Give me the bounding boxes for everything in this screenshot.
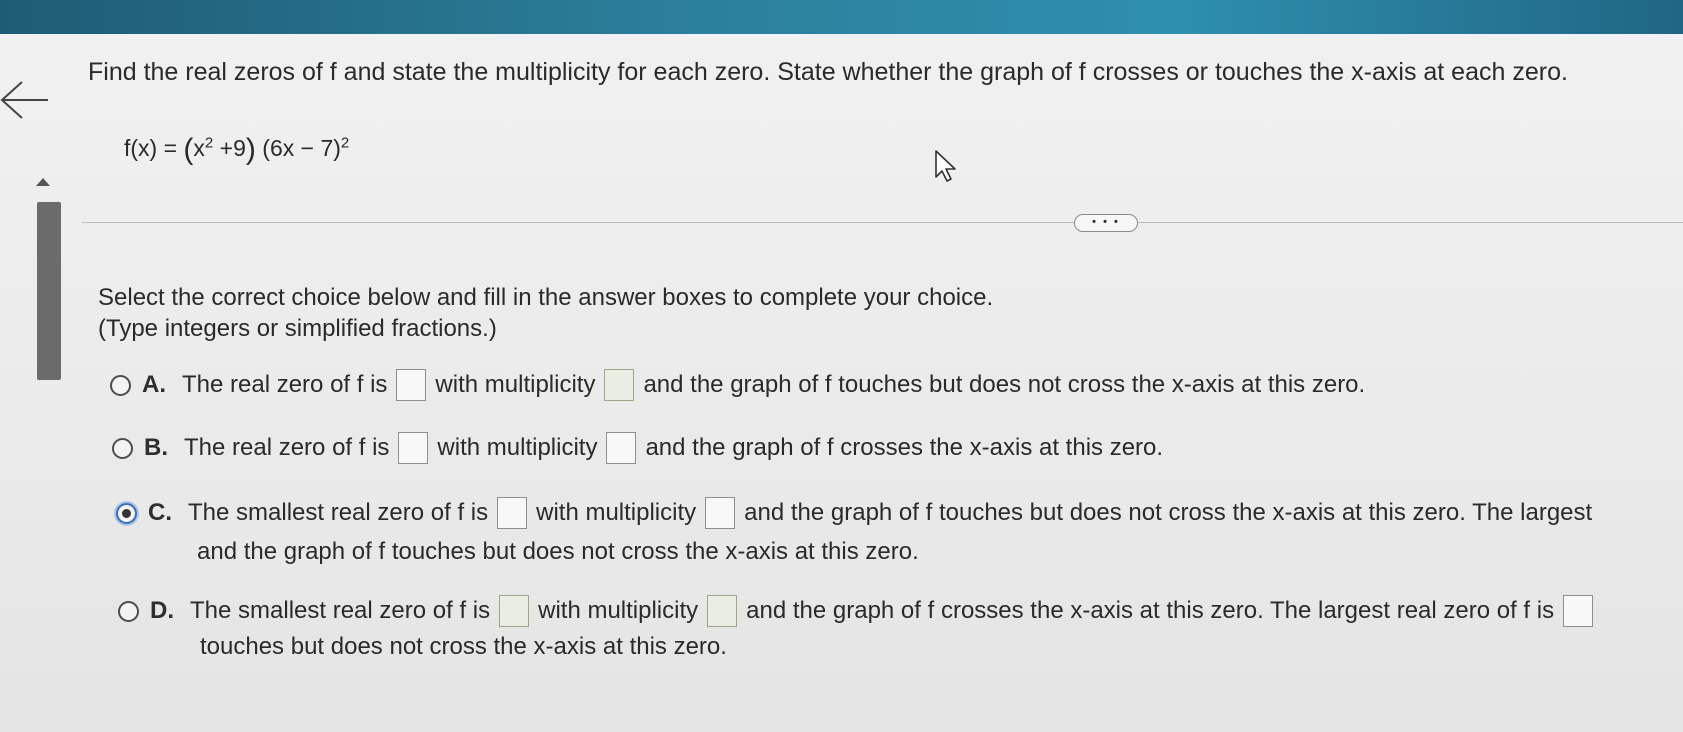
choice-a-text-3: and the graph of f touches but does not … <box>643 371 1366 398</box>
choice-b-text-1: The real zero of f is <box>184 434 390 461</box>
radio-b[interactable] <box>112 437 133 459</box>
formula-factor2-exponent: 2 <box>340 134 350 152</box>
radio-d[interactable] <box>118 600 139 622</box>
choice-d-text-1: The smallest real zero of f is <box>190 597 491 624</box>
choice-letter-b: B. <box>144 434 168 461</box>
radio-a[interactable] <box>110 374 131 396</box>
choice-d-largest-zero-input[interactable] <box>1563 595 1594 627</box>
formula-factor1-exponent: 2 <box>204 134 214 152</box>
choice-letter-a: A. <box>142 371 166 398</box>
formula-lhs: f(x) = <box>124 135 184 161</box>
choice-d-smallest-zero-input[interactable] <box>499 595 530 627</box>
formula-factor2: (6x − 7) <box>255 135 341 161</box>
choice-c-smallest-zero-input[interactable] <box>497 497 528 529</box>
paren-close: ) <box>245 133 256 166</box>
choice-letter-c: C. <box>148 499 172 526</box>
choice-d-text-2: with multiplicity <box>538 597 699 624</box>
choice-a-text-2: with multiplicity <box>435 371 596 398</box>
choice-b[interactable]: B. The real zero of f is with multiplici… <box>112 432 1163 464</box>
radio-c[interactable] <box>116 502 137 524</box>
instruction-note: (Type integers or simplified fractions.) <box>98 315 497 342</box>
choice-c-text-2: with multiplicity <box>536 499 697 526</box>
choice-d[interactable]: D. The smallest real zero of f is with m… <box>118 595 1602 627</box>
choice-c-text-1: The smallest real zero of f is <box>188 499 489 526</box>
choice-c-multiplicity-input[interactable] <box>705 497 736 529</box>
choice-a-text-1: The real zero of f is <box>182 371 388 398</box>
choice-d-text-3: and the graph of f crosses the x-axis at… <box>746 597 1555 624</box>
choice-b-zero-input[interactable] <box>398 432 429 464</box>
choice-d-multiplicity-input[interactable] <box>707 595 738 627</box>
choice-c-text-3: and the graph of f touches but does not … <box>744 499 1593 526</box>
choice-a-zero-input[interactable] <box>396 369 427 401</box>
scroll-up-icon[interactable] <box>36 178 50 186</box>
more-button[interactable]: • • • <box>1074 214 1138 232</box>
choice-b-text-3: and the graph of f crosses the x-axis at… <box>645 434 1164 461</box>
formula-factor1: x <box>193 135 205 161</box>
top-banner <box>0 0 1683 34</box>
scrollbar-thumb[interactable] <box>37 202 61 380</box>
choice-a[interactable]: A. The real zero of f is with multiplici… <box>110 369 1365 401</box>
choice-d-line-2: touches but does not cross the x-axis at… <box>200 633 727 660</box>
mouse-pointer-icon <box>935 150 956 182</box>
back-arrow-icon[interactable] <box>0 80 52 120</box>
function-formula: f(x) = (x2 +9) (6x − 7)2 <box>124 133 349 167</box>
choice-letter-d: D. <box>150 597 174 624</box>
choice-c-line-2: and the graph of f touches but does not … <box>197 538 919 565</box>
choice-b-text-2: with multiplicity <box>437 434 598 461</box>
formula-factor1-rest: +9 <box>213 135 246 161</box>
choice-b-multiplicity-input[interactable] <box>606 432 637 464</box>
paren-open: ( <box>183 133 194 166</box>
choice-c[interactable]: C. The smallest real zero of f is with m… <box>116 497 1592 529</box>
choice-a-multiplicity-input[interactable] <box>604 369 635 401</box>
section-divider <box>82 222 1683 223</box>
instruction-text: Select the correct choice below and fill… <box>98 284 994 311</box>
question-prompt: Find the real zeros of f and state the m… <box>88 58 1568 86</box>
